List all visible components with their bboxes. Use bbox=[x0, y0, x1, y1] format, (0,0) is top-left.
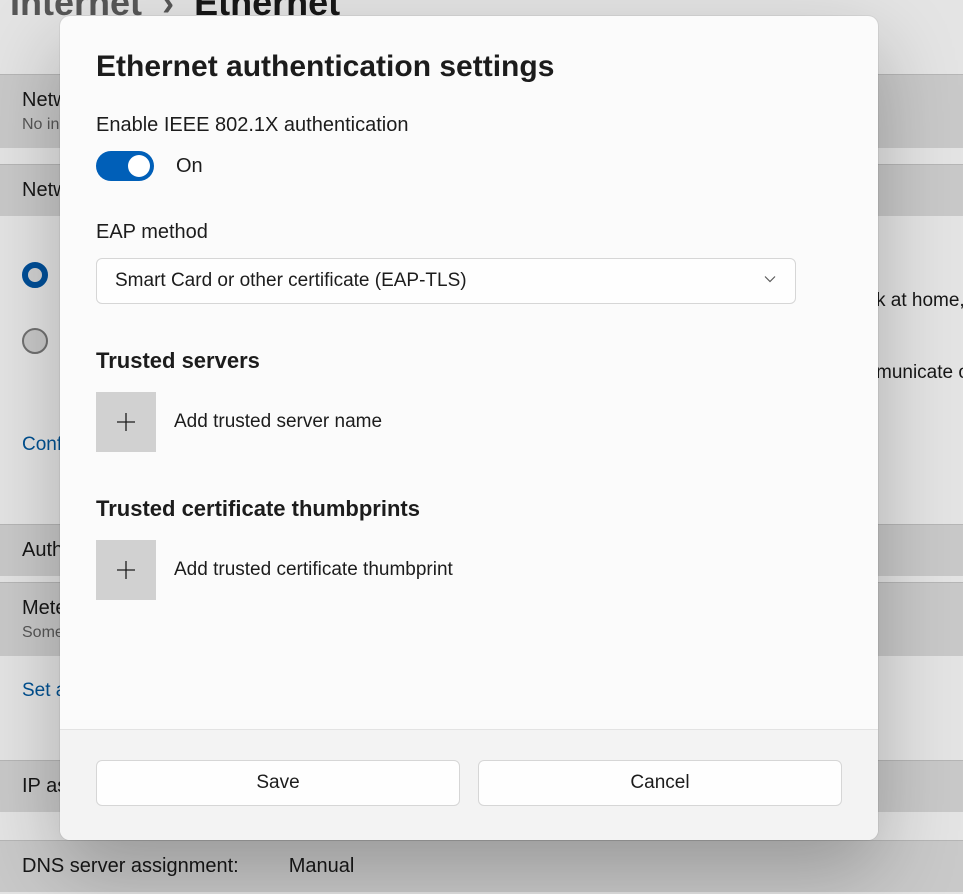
chevron-down-icon bbox=[763, 270, 777, 292]
add-thumbprint-button[interactable] bbox=[96, 540, 156, 600]
ethernet-auth-dialog: Ethernet authentication settings Enable … bbox=[60, 16, 878, 840]
enable-8021x-toggle[interactable] bbox=[96, 151, 154, 181]
eap-method-select[interactable]: Smart Card or other certificate (EAP-TLS… bbox=[96, 258, 796, 304]
dialog-footer: Save Cancel bbox=[60, 729, 878, 840]
toggle-state-text: On bbox=[176, 155, 203, 178]
enable-8021x-label: Enable IEEE 802.1X authentication bbox=[96, 114, 842, 137]
eap-method-label: EAP method bbox=[96, 221, 842, 244]
dialog-title: Ethernet authentication settings bbox=[96, 50, 842, 84]
trusted-thumbprints-header: Trusted certificate thumbprints bbox=[96, 496, 842, 522]
add-thumbprint-label: Add trusted certificate thumbprint bbox=[174, 559, 453, 581]
add-trusted-server-button[interactable] bbox=[96, 392, 156, 452]
plus-icon bbox=[115, 559, 137, 581]
add-trusted-server-label: Add trusted server name bbox=[174, 411, 382, 433]
eap-method-value: Smart Card or other certificate (EAP-TLS… bbox=[115, 270, 467, 292]
plus-icon bbox=[115, 411, 137, 433]
trusted-servers-header: Trusted servers bbox=[96, 348, 842, 374]
toggle-knob bbox=[128, 155, 150, 177]
save-button[interactable]: Save bbox=[96, 760, 460, 806]
cancel-button[interactable]: Cancel bbox=[478, 760, 842, 806]
